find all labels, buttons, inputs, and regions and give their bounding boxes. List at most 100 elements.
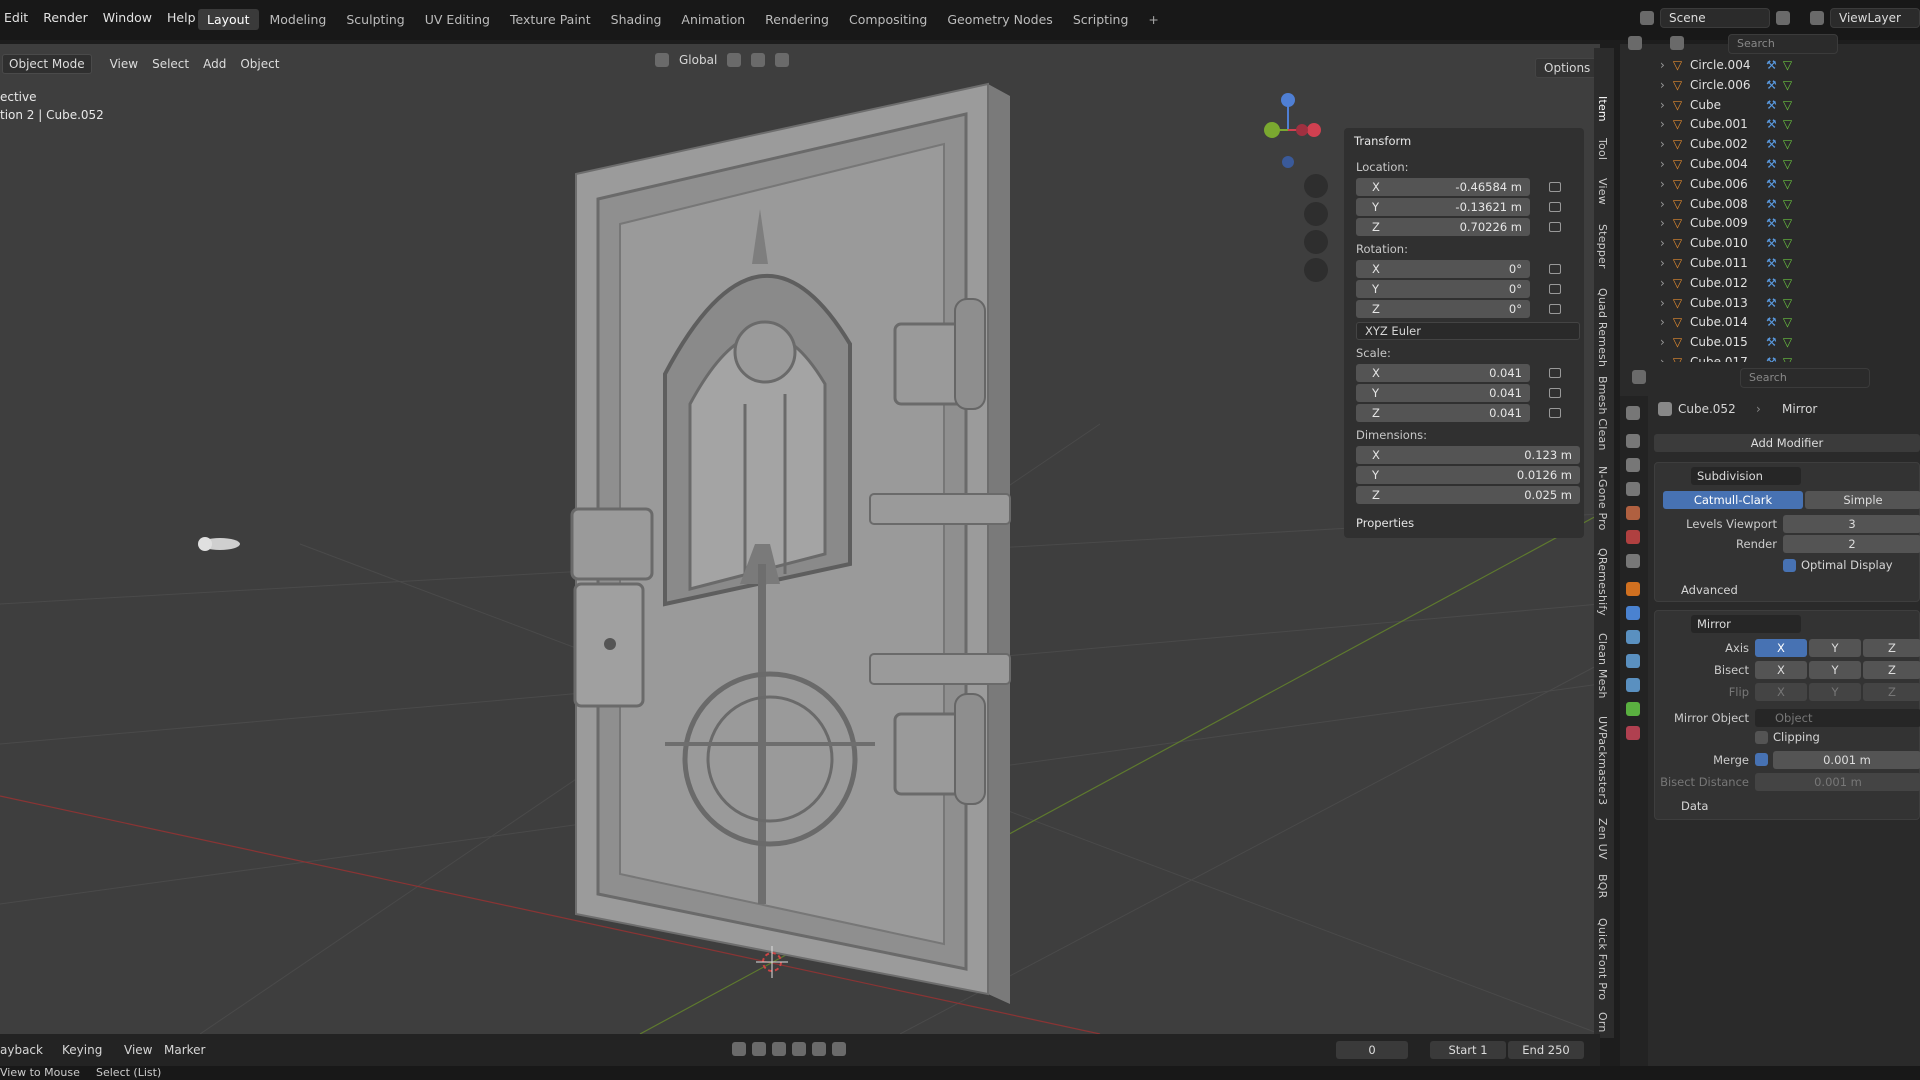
modifier-icon[interactable]: ⚒: [1766, 58, 1777, 72]
tab-ngone-pro[interactable]: N-Gone Pro: [1596, 466, 1609, 531]
render-tab-icon[interactable]: [1626, 434, 1640, 448]
tab-texture-paint[interactable]: Texture Paint: [501, 9, 600, 30]
advanced-subpanel[interactable]: Advanced: [1681, 583, 1738, 597]
lock-icon[interactable]: [1549, 284, 1561, 294]
outliner-row[interactable]: › ▽ Circle.004 ⚒ ▽: [1660, 56, 1792, 74]
tab-zen-uv[interactable]: Zen UV: [1596, 818, 1609, 860]
mesh-data-icon[interactable]: ▽: [1783, 157, 1792, 171]
location-z-field[interactable]: Z 0.70226 m: [1356, 218, 1530, 236]
modifier-icon[interactable]: ⚒: [1766, 335, 1777, 349]
next-keyframe-icon[interactable]: [812, 1042, 826, 1056]
mesh-data-icon[interactable]: ▽: [1783, 98, 1792, 112]
tab-uv-editing[interactable]: UV Editing: [416, 9, 499, 30]
modifier-tab-icon[interactable]: [1626, 606, 1640, 620]
menu-render[interactable]: Render: [43, 10, 88, 25]
levels-viewport-field[interactable]: 3: [1783, 515, 1920, 533]
expand-arrow-icon[interactable]: ›: [1660, 296, 1665, 310]
tool-tab-icon[interactable]: [1626, 406, 1640, 420]
tab-geometry-nodes[interactable]: Geometry Nodes: [938, 9, 1061, 30]
tab-bmesh-clean[interactable]: Bmesh Clean: [1596, 376, 1609, 451]
play-reverse-icon[interactable]: [772, 1042, 786, 1056]
render-levels-field[interactable]: 2: [1783, 535, 1920, 553]
location-y-field[interactable]: Y -0.13621 m: [1356, 198, 1530, 216]
scene-name[interactable]: Scene: [1660, 8, 1770, 28]
lock-icon[interactable]: [1549, 182, 1561, 192]
view-menu[interactable]: View: [110, 57, 138, 71]
optimal-display-checkbox[interactable]: [1783, 559, 1796, 572]
scale-x-field[interactable]: X 0.041: [1356, 364, 1530, 382]
tab-orn[interactable]: Orn: [1596, 1012, 1609, 1033]
expand-arrow-icon[interactable]: ›: [1660, 315, 1665, 329]
navigation-gizmo[interactable]: [1264, 93, 1321, 168]
expand-arrow-icon[interactable]: ›: [1660, 276, 1665, 290]
modifier-icon[interactable]: ⚒: [1766, 137, 1777, 151]
simple-button[interactable]: Simple: [1805, 491, 1920, 509]
expand-arrow-icon[interactable]: ›: [1660, 197, 1665, 211]
mesh-data-icon[interactable]: ▽: [1783, 335, 1792, 349]
flip-x-toggle[interactable]: X: [1755, 683, 1807, 701]
timeline-view-menu[interactable]: View: [124, 1043, 152, 1057]
tab-quad-remesh[interactable]: Quad Remesh: [1596, 288, 1609, 367]
tab-modeling[interactable]: Modeling: [261, 9, 336, 30]
modifier-icon[interactable]: ⚒: [1766, 256, 1777, 270]
transform-title[interactable]: Transform: [1354, 134, 1411, 148]
subdivision-name-field[interactable]: Subdivision: [1691, 467, 1801, 485]
outliner-row[interactable]: › ▽ Cube.008 ⚒ ▽: [1660, 195, 1792, 213]
prev-keyframe-icon[interactable]: [752, 1042, 766, 1056]
flip-z-toggle[interactable]: Z: [1863, 683, 1920, 701]
modifier-icon[interactable]: ⚒: [1766, 157, 1777, 171]
expand-arrow-icon[interactable]: ›: [1660, 236, 1665, 250]
expand-arrow-icon[interactable]: ›: [1660, 98, 1665, 112]
outliner-row[interactable]: › ▽ Cube.009 ⚒ ▽: [1660, 214, 1792, 232]
expand-arrow-icon[interactable]: ›: [1660, 216, 1665, 230]
tab-animation[interactable]: Animation: [672, 9, 754, 30]
rotation-y-field[interactable]: Y 0°: [1356, 280, 1530, 298]
keying-menu[interactable]: Keying: [62, 1043, 102, 1057]
scale-z-field[interactable]: Z 0.041: [1356, 404, 1530, 422]
world-tab-icon[interactable]: [1626, 530, 1640, 544]
scene-icon[interactable]: [1640, 11, 1654, 25]
jump-end-icon[interactable]: [832, 1042, 846, 1056]
outliner-row[interactable]: › ▽ Cube.013 ⚒ ▽: [1660, 294, 1792, 312]
outliner-row[interactable]: › ▽ Cube ⚒ ▽: [1660, 96, 1792, 114]
add-modifier-button[interactable]: Add Modifier: [1654, 434, 1920, 452]
constraints-tab-icon[interactable]: [1626, 678, 1640, 692]
menu-edit[interactable]: Edit: [4, 10, 28, 25]
modifier-icon[interactable]: ⚒: [1766, 117, 1777, 131]
material-tab-icon[interactable]: [1626, 726, 1640, 740]
current-frame-field[interactable]: 0: [1336, 1041, 1408, 1059]
physics-tab-icon[interactable]: [1626, 654, 1640, 668]
properties-editor-icon[interactable]: [1632, 370, 1646, 384]
lock-icon[interactable]: [1549, 388, 1561, 398]
rotation-x-field[interactable]: X 0°: [1356, 260, 1530, 278]
bisect-distance-field[interactable]: 0.001 m: [1755, 773, 1920, 791]
select-menu[interactable]: Select: [152, 57, 189, 71]
add-workspace-icon[interactable]: +: [1139, 9, 1167, 30]
orientation-dropdown[interactable]: Global: [679, 53, 717, 67]
add-menu[interactable]: Add: [203, 57, 226, 71]
lock-icon[interactable]: [1549, 222, 1561, 232]
properties-subpanel[interactable]: Properties: [1356, 516, 1414, 530]
collection-tab-icon[interactable]: [1626, 554, 1640, 568]
lock-icon[interactable]: [1549, 264, 1561, 274]
tab-sculpting[interactable]: Sculpting: [337, 9, 413, 30]
lock-icon[interactable]: [1549, 408, 1561, 418]
view-layer-name[interactable]: ViewLayer: [1830, 8, 1920, 28]
end-frame-field[interactable]: End 250: [1508, 1041, 1584, 1059]
outliner-row[interactable]: › ▽ Cube.015 ⚒ ▽: [1660, 333, 1792, 351]
rotation-mode-dropdown[interactable]: XYZ Euler: [1356, 322, 1580, 340]
tab-rendering[interactable]: Rendering: [756, 9, 838, 30]
tab-view[interactable]: View: [1596, 178, 1609, 205]
object-mode-dropdown[interactable]: Object Mode: [2, 54, 92, 74]
mesh-data-icon[interactable]: ▽: [1783, 296, 1792, 310]
snap-icon[interactable]: [751, 53, 766, 67]
data-tab-icon[interactable]: [1626, 702, 1640, 716]
dimensions-z-field[interactable]: Z 0.025 m: [1356, 486, 1580, 504]
orientation-icon[interactable]: [655, 53, 669, 67]
door-model[interactable]: [570, 82, 1011, 1004]
expand-arrow-icon[interactable]: ›: [1660, 58, 1665, 72]
flip-y-toggle[interactable]: Y: [1809, 683, 1861, 701]
menu-window[interactable]: Window: [103, 10, 152, 25]
outliner-row[interactable]: › ▽ Cube.011 ⚒ ▽: [1660, 254, 1792, 272]
outliner-row[interactable]: › ▽ Cube.010 ⚒ ▽: [1660, 234, 1792, 252]
